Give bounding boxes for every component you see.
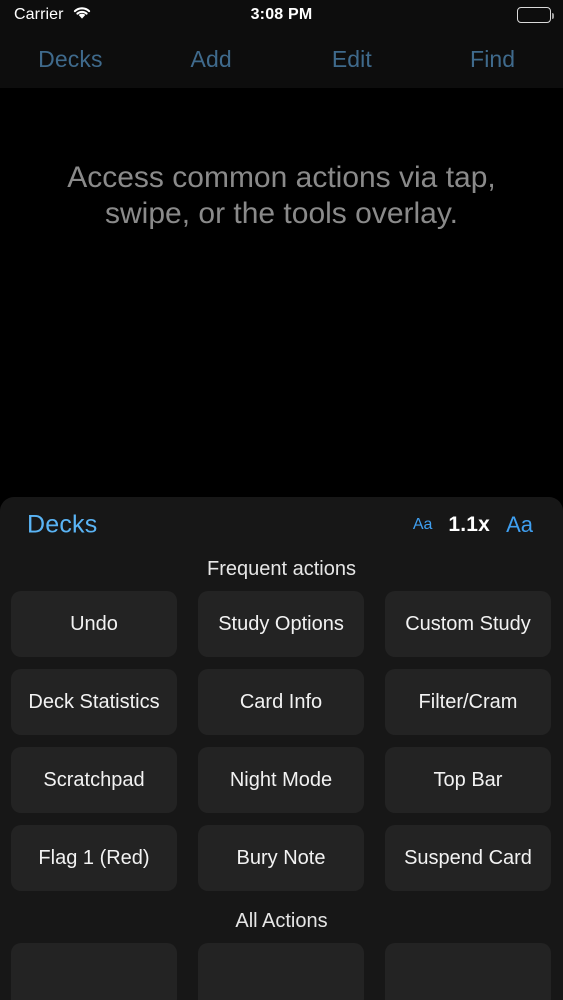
all-action-button-1[interactable] <box>11 943 177 1000</box>
action-button-bury-note[interactable]: Bury Note <box>198 825 364 891</box>
action-button-filter-cram[interactable]: Filter/Cram <box>385 669 551 735</box>
nav-item-decks[interactable]: Decks <box>0 46 141 73</box>
main-content-area[interactable]: Access common actions via tap, swipe, or… <box>0 88 563 497</box>
action-button-deck-statistics[interactable]: Deck Statistics <box>11 669 177 735</box>
all-actions-label: All Actions <box>235 910 328 932</box>
sheet-header: Decks Aa 1.1x Aa <box>0 497 563 552</box>
tools-overlay-sheet: Decks Aa 1.1x Aa Frequent actions Undo S… <box>0 497 563 1000</box>
all-actions-grid <box>0 943 563 1000</box>
action-button-study-options[interactable]: Study Options <box>198 591 364 657</box>
battery-full-icon <box>517 7 554 23</box>
action-button-flag-1-red[interactable]: Flag 1 (Red) <box>11 825 177 891</box>
status-bar-time: 3:08 PM <box>250 6 313 23</box>
top-nav-bar: Decks Add Edit Find <box>0 30 563 88</box>
action-button-night-mode[interactable]: Night Mode <box>198 747 364 813</box>
action-button-card-info[interactable]: Card Info <box>198 669 364 735</box>
action-button-top-bar[interactable]: Top Bar <box>385 747 551 813</box>
nav-item-edit[interactable]: Edit <box>282 46 423 73</box>
frequent-actions-label: Frequent actions <box>207 558 356 580</box>
font-size-controls: Aa 1.1x Aa <box>413 512 533 538</box>
sheet-title[interactable]: Decks <box>27 510 97 539</box>
nav-item-add[interactable]: Add <box>141 46 282 73</box>
status-bar-right <box>517 0 554 30</box>
action-button-scratchpad[interactable]: Scratchpad <box>11 747 177 813</box>
increase-font-size-button[interactable]: Aa <box>506 512 533 538</box>
hint-message: Access common actions via tap, swipe, or… <box>67 161 496 230</box>
decrease-font-size-button[interactable]: Aa <box>413 516 433 534</box>
all-action-button-2[interactable] <box>198 943 364 1000</box>
frequent-actions-grid: Undo Study Options Custom Study Deck Sta… <box>0 591 563 891</box>
nav-item-find[interactable]: Find <box>422 46 563 73</box>
action-button-undo[interactable]: Undo <box>11 591 177 657</box>
all-action-button-3[interactable] <box>385 943 551 1000</box>
status-bar: Carrier 3:08 PM <box>0 0 563 30</box>
app-screen: Carrier 3:08 PM Decks Add Edit Find Acce… <box>0 0 563 1000</box>
font-zoom-level: 1.1x <box>448 512 491 536</box>
action-button-custom-study[interactable]: Custom Study <box>385 591 551 657</box>
action-button-suspend-card[interactable]: Suspend Card <box>385 825 551 891</box>
